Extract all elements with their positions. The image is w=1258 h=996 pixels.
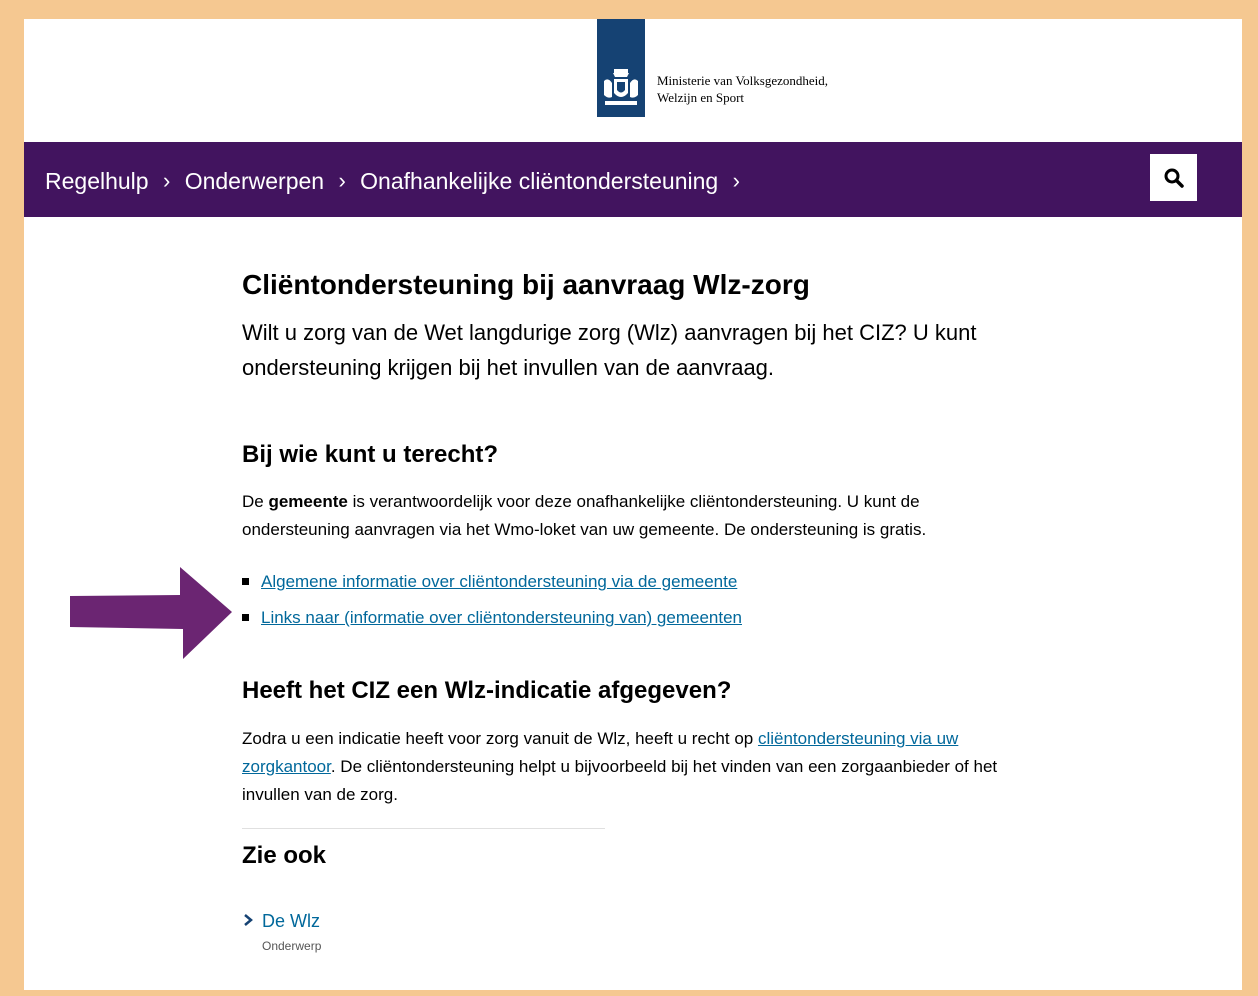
search-icon xyxy=(1164,168,1184,188)
see-also-item-type: Onderwerp xyxy=(262,939,322,953)
section1-bold-gemeente: gemeente xyxy=(268,492,348,511)
chevron-right-icon: › xyxy=(162,167,171,193)
breadcrumb-item-clientondersteuning[interactable]: Onafhankelijke cliëntondersteuning xyxy=(360,168,718,194)
breadcrumb-item-onderwerpen[interactable]: Onderwerpen xyxy=(185,168,324,194)
intro-text: Wilt u zorg van de Wet langdurige zorg (… xyxy=(242,320,977,380)
link-list: Algemene informatie over cliëntondersteu… xyxy=(242,564,742,636)
link-gemeenten[interactable]: Links naar (informatie over cliëntonders… xyxy=(261,608,742,627)
page-title: Cliëntondersteuning bij aanvraag Wlz-zor… xyxy=(242,269,810,300)
section2-text-end: . De cliëntondersteuning helpt u bijvoor… xyxy=(242,757,998,804)
ministry-name-line1: Ministerie van Volksgezondheid, xyxy=(657,73,829,88)
ministry-name-line2: Welzijn en Sport xyxy=(657,90,745,105)
site-header: Ministerie van Volksgezondheid, Welzijn … xyxy=(24,19,1242,142)
list-item: Links naar (informatie over cliëntonders… xyxy=(242,600,742,636)
chevron-right-icon xyxy=(244,914,253,926)
breadcrumb: Regelhulp › Onderwerpen › Onafhankelijke… xyxy=(45,164,748,196)
navigation-bar: Regelhulp › Onderwerpen › Onafhankelijke… xyxy=(24,142,1242,217)
section-heading-bij-wie: Bij wie kunt u terecht? xyxy=(242,441,499,468)
arrow-right-icon xyxy=(70,567,232,659)
breadcrumb-item-regelhulp[interactable]: Regelhulp xyxy=(45,168,149,194)
section1-paragraph: De gemeente is verantwoordelijk voor dez… xyxy=(242,488,1002,544)
coat-of-arms-icon xyxy=(604,69,638,105)
chevron-right-icon: › xyxy=(338,167,346,193)
section1-text-start: De xyxy=(242,492,269,511)
section-heading-ciz: Heeft het CIZ een Wlz-indicatie afgegeve… xyxy=(242,677,732,704)
logo-emblem[interactable] xyxy=(597,19,645,117)
page-frame: Ministerie van Volksgezondheid, Welzijn … xyxy=(24,19,1242,990)
link-algemene-informatie[interactable]: Algemene informatie over cliëntondersteu… xyxy=(261,572,737,591)
see-also-link-de-wlz[interactable]: De Wlz xyxy=(262,910,320,932)
divider xyxy=(242,828,605,829)
ministry-name: Ministerie van Volksgezondheid, Welzijn … xyxy=(657,72,828,106)
see-also-heading: Zie ook xyxy=(242,842,327,869)
search-button[interactable] xyxy=(1150,154,1197,201)
section2-paragraph: Zodra u een indicatie heeft voor zorg va… xyxy=(242,725,1002,809)
main-content: Cliëntondersteuning bij aanvraag Wlz-zor… xyxy=(242,267,1002,953)
chevron-right-icon: › xyxy=(732,167,740,193)
section2-text-start: Zodra u een indicatie heeft voor zorg va… xyxy=(242,729,758,748)
list-item: Algemene informatie over cliëntondersteu… xyxy=(242,564,742,600)
